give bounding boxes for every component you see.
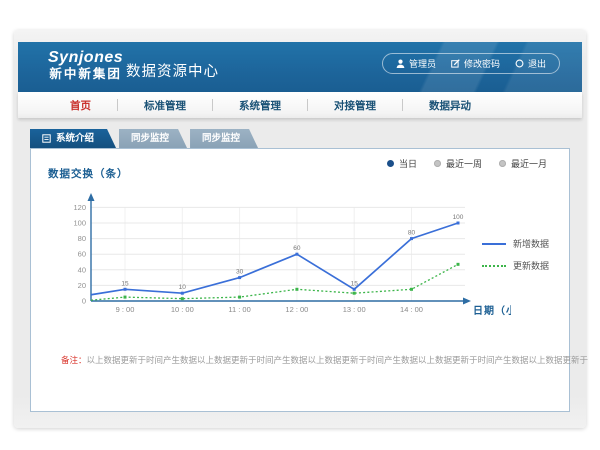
logo-text-en: Synjones: [48, 49, 123, 67]
tab-0[interactable]: 系统介绍: [30, 129, 116, 148]
logout-button[interactable]: 退出: [515, 57, 546, 70]
legend-label: 新增数据: [513, 237, 549, 250]
radio-dot: [387, 160, 394, 167]
svg-text:30: 30: [236, 269, 244, 276]
content-panel: 当日 最近一周 最近一月 数据交换（条） 0 20 40 60 80 100 120 9 : 00…: [30, 148, 570, 412]
logo-text-cn: 新中新集团: [48, 68, 123, 82]
radio-label: 当日: [399, 157, 417, 170]
time-range-filter: 当日 最近一周 最近一月: [387, 157, 547, 170]
svg-text:80: 80: [408, 230, 416, 237]
nav-item-0[interactable]: 首页: [44, 98, 117, 113]
radio-dot: [499, 160, 506, 167]
user-toolbar: 管理员 修改密码 退出: [382, 53, 560, 74]
main-nav: 首页标准管理系统管理对接管理数据异动: [18, 92, 582, 118]
user-icon: [396, 59, 405, 68]
legend-swatch: [482, 265, 506, 267]
user-label: 管理员: [409, 57, 436, 70]
legend-swatch: [482, 243, 506, 245]
radio-dot: [434, 160, 441, 167]
svg-text:20: 20: [78, 281, 86, 290]
svg-text:11 : 00: 11 : 00: [228, 305, 250, 314]
radio-option-0[interactable]: 当日: [387, 157, 417, 170]
svg-text:15: 15: [121, 280, 129, 287]
nav-item-1[interactable]: 标准管理: [118, 98, 212, 113]
note-text: 以上数据更新于时间产生数据以上数据更新于时间产生数据以上数据更新于时间产生数据以…: [87, 355, 589, 365]
power-icon: [515, 59, 524, 68]
page-title: 数据资源中心: [126, 60, 219, 81]
tab-bar: 系统介绍 同步监控 同步监控: [30, 129, 261, 148]
edit-icon: [451, 59, 460, 68]
tab-label: 系统介绍: [56, 129, 94, 148]
company-logo: Synjones 新中新集团: [48, 49, 123, 81]
user-button[interactable]: 管理员: [396, 57, 436, 70]
chart-legend: 新增数据更新数据: [482, 237, 549, 272]
svg-text:14 : 00: 14 : 00: [400, 305, 423, 314]
nav-item-2[interactable]: 系统管理: [213, 98, 307, 113]
app-header: Synjones 新中新集团 数据资源中心 管理员 修改密码 退出: [18, 42, 582, 92]
svg-text:60: 60: [78, 250, 86, 259]
svg-text:日期（小时）: 日期（小时）: [473, 304, 511, 317]
svg-text:10: 10: [179, 284, 187, 291]
svg-text:100: 100: [453, 214, 464, 221]
footer-note: 备注：以上数据更新于时间产生数据以上数据更新于时间产生数据以上数据更新于时间产生…: [61, 354, 588, 366]
line-chart: 0 20 40 60 80 100 120 9 : 00 10 : 00 11 : 00 12 : …: [61, 189, 511, 329]
change-password-button[interactable]: 修改密码: [451, 57, 500, 70]
svg-text:80: 80: [78, 234, 86, 243]
svg-text:13 : 00: 13 : 00: [343, 305, 366, 314]
document-icon: [42, 134, 51, 143]
change-password-label: 修改密码: [464, 57, 500, 70]
radio-option-1[interactable]: 最近一周: [434, 157, 482, 170]
nav-item-4[interactable]: 数据异动: [403, 98, 497, 113]
svg-text:9 : 00: 9 : 00: [116, 305, 135, 314]
note-prefix: 备注：: [61, 355, 87, 365]
radio-option-2[interactable]: 最近一月: [499, 157, 547, 170]
legend-item-0: 新增数据: [482, 237, 549, 250]
svg-text:12 : 00: 12 : 00: [285, 305, 308, 314]
nav-item-3[interactable]: 对接管理: [308, 98, 402, 113]
svg-text:100: 100: [73, 219, 86, 228]
logout-label: 退出: [528, 57, 546, 70]
svg-text:40: 40: [78, 265, 86, 274]
tab-label: 同步监控: [131, 129, 169, 148]
svg-text:60: 60: [293, 245, 301, 252]
tab-2[interactable]: 同步监控: [190, 129, 258, 148]
tab-1[interactable]: 同步监控: [119, 129, 187, 148]
radio-label: 最近一周: [446, 157, 482, 170]
svg-text:15: 15: [351, 280, 359, 287]
legend-label: 更新数据: [513, 259, 549, 272]
svg-text:0: 0: [82, 297, 86, 306]
legend-item-1: 更新数据: [482, 259, 549, 272]
svg-text:10 : 00: 10 : 00: [171, 305, 194, 314]
y-axis-title: 数据交换（条）: [48, 166, 129, 181]
svg-text:120: 120: [73, 203, 86, 212]
radio-label: 最近一月: [511, 157, 547, 170]
tab-label: 同步监控: [202, 129, 240, 148]
